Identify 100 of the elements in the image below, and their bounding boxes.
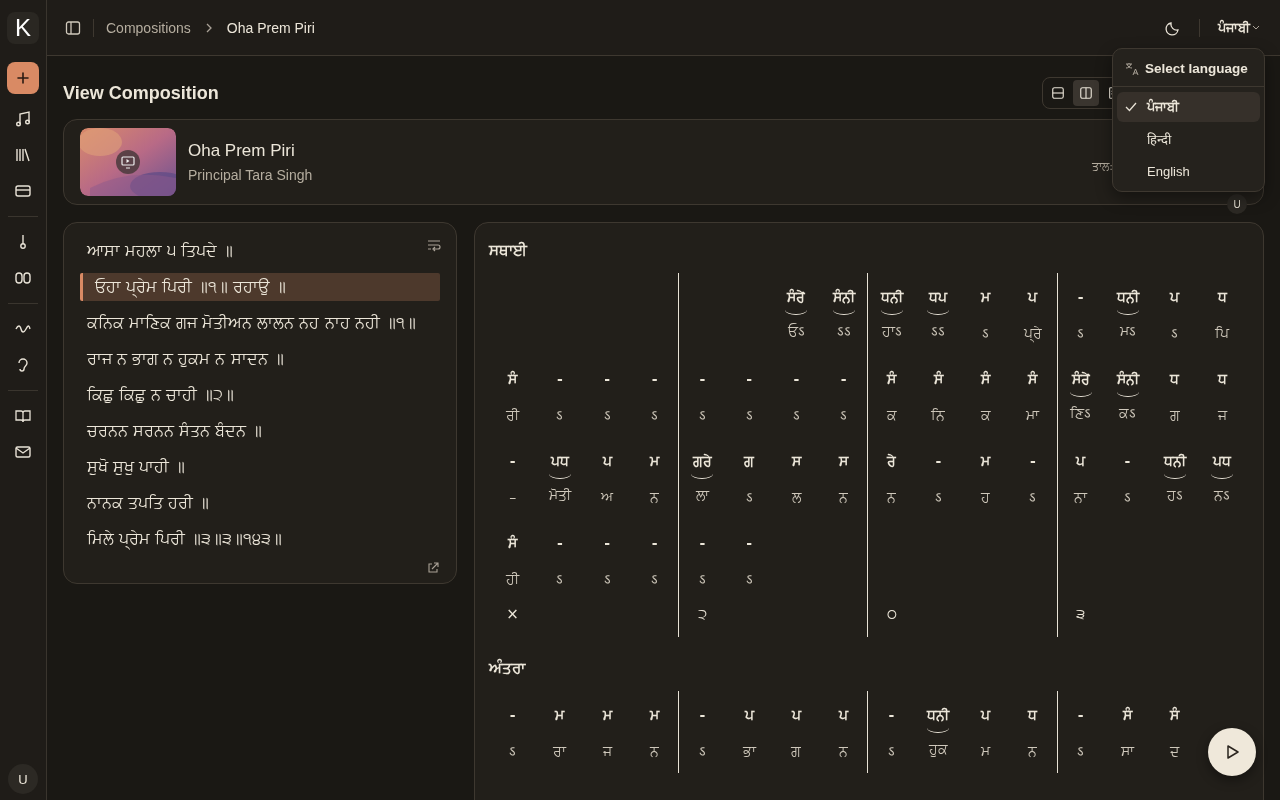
bol-syllable: ऽ xyxy=(651,570,659,589)
bol-syllable: ਨऽ xyxy=(1214,486,1231,505)
check-icon xyxy=(1125,102,1137,112)
swar-note: - xyxy=(557,534,563,553)
swar-note: ਸ xyxy=(791,452,801,471)
user-avatar[interactable]: U xyxy=(8,764,38,794)
bol-syllable: ਸਾ xyxy=(1121,742,1134,761)
sidebar-toggle-icon[interactable] xyxy=(65,19,81,36)
swar-note: ਸੰ xyxy=(981,369,991,389)
bol-syllable: ਕ xyxy=(886,406,897,425)
translate-icon xyxy=(1125,61,1139,76)
swar-note: - xyxy=(651,534,658,553)
swar-note: - xyxy=(793,370,800,389)
taal-mark: × xyxy=(506,605,519,623)
swar-note: - xyxy=(604,534,611,553)
swar-note: ਪ xyxy=(602,452,612,471)
swar-note: ਪ xyxy=(839,706,849,725)
swar-note: ਮ xyxy=(981,452,991,471)
columns-layout-icon xyxy=(1079,85,1093,101)
mail-icon[interactable] xyxy=(14,443,32,461)
composition-artist: Principal Tara Singh xyxy=(188,167,313,183)
lyric-line[interactable]: ਆਸਾ ਮਹਲਾ ੫ ਤਿਪਦੇ ॥ xyxy=(80,237,440,265)
taal-label: ਤਾਲ: xyxy=(1092,159,1113,173)
bol-syllable: ऽ xyxy=(556,406,564,425)
swar-note: - xyxy=(1077,288,1084,307)
bol-syllable: ਜ xyxy=(602,742,612,761)
columns-layout-button[interactable] xyxy=(1073,80,1099,106)
swar-note: ਮ xyxy=(981,288,991,307)
swar-note: ਧ xyxy=(1170,370,1180,389)
lyric-line[interactable]: ਕਨਿਕ ਮਾਣਿਕ ਗਜ ਮੋਤੀਅਨ ਲਾਲਨ ਨਹ ਨਾਹ ਨਹੀ ॥੧॥ xyxy=(80,309,440,337)
bol-syllable: ਮऽ xyxy=(1119,322,1136,341)
swar-note: ਸੰਰੇਂ xyxy=(1069,367,1092,397)
play-icon xyxy=(1224,744,1240,760)
swar-note: - xyxy=(509,452,516,471)
bol-syllable: ਜ xyxy=(1217,406,1227,425)
drum-icon[interactable] xyxy=(14,269,32,287)
swar-note: ਗ xyxy=(744,452,755,471)
swar-note: - xyxy=(840,370,847,389)
swar-note: ਪ xyxy=(791,706,801,725)
swar-note: - xyxy=(935,452,942,471)
swar-note: ਪਧ xyxy=(548,449,571,479)
lyric-line[interactable]: ਰਾਜ ਨ ਭਾਗ ਨ ਹੁਕਮ ਨ ਸਾਦਨ ॥ xyxy=(80,345,440,373)
bol-syllable: ऽ xyxy=(745,406,753,425)
swar-note: ਪ xyxy=(1170,288,1180,307)
bol-syllable: ਨ xyxy=(1028,742,1038,761)
swar-note: ਧ xyxy=(1028,706,1038,725)
swar-note: ਸੰਨੀ xyxy=(832,285,855,315)
text-wrap-icon[interactable] xyxy=(426,239,442,253)
swar-note: - xyxy=(1077,706,1084,725)
music-note-icon[interactable] xyxy=(14,110,32,128)
swar-note: ਮ xyxy=(555,706,565,725)
swar-note: ਸੰ xyxy=(508,369,518,389)
swar-note: ਗਰੇ xyxy=(691,449,714,479)
book-icon[interactable] xyxy=(14,407,32,425)
language-option[interactable]: ਪੰਜਾਬੀ xyxy=(1117,92,1260,122)
language-select[interactable]: ਪੰਜਾਬੀ xyxy=(1214,13,1264,42)
app-logo[interactable]: K xyxy=(7,12,39,44)
bol-syllable: ऽ xyxy=(603,406,611,425)
bol-syllable: ऽ xyxy=(698,406,706,425)
library-icon[interactable] xyxy=(14,146,32,164)
language-option[interactable]: हिन्दी xyxy=(1117,124,1260,154)
taal-mark: ੩ xyxy=(1076,605,1086,623)
swar-note: ਸੰ xyxy=(887,369,896,389)
swar-note: - xyxy=(746,370,753,389)
lyric-line[interactable]: ਨਾਨਕ ਤਪਤਿ ਹਰੀ ॥ xyxy=(80,489,440,517)
bol-syllable: ਕऽ xyxy=(1119,404,1136,423)
language-option[interactable]: English xyxy=(1117,156,1260,186)
add-button[interactable] xyxy=(7,62,39,94)
swar-note: ਧਪ xyxy=(927,285,950,315)
bol-syllable: ऽ xyxy=(1077,742,1085,761)
swar-note: ਸੰ xyxy=(508,533,518,553)
external-link-icon[interactable] xyxy=(427,562,439,574)
card-icon[interactable] xyxy=(14,182,32,200)
swar-note: ਧਨੀ xyxy=(1163,449,1186,479)
bol-syllable: ऽ xyxy=(698,742,706,761)
bol-syllable: ऽऽ xyxy=(931,322,946,341)
swar-note: ਸ xyxy=(839,452,849,471)
bol-syllable: ऽ xyxy=(556,570,564,589)
bol-syllable: ਨ xyxy=(887,488,896,507)
lyric-line[interactable]: ਸੁਖੋ ਸੁਖੁ ਪਾਹੀ ॥ xyxy=(80,453,440,481)
swar-note: - xyxy=(1030,452,1036,471)
bol-syllable: ਨਾ xyxy=(1074,488,1088,507)
moon-icon[interactable] xyxy=(1165,19,1181,36)
lyric-line[interactable]: ਕਿਛੁ ਕਿਛੁ ਨ ਚਾਹੀ ॥੨॥ xyxy=(80,381,440,409)
bol-syllable: ਰਾ xyxy=(553,742,567,761)
bol-syllable: ਓऽ xyxy=(787,322,805,341)
bol-syllable: ऽ xyxy=(840,406,848,425)
bol-syllable: ਪਿ xyxy=(1215,324,1230,343)
swar-note: - xyxy=(1124,452,1131,471)
lyric-line[interactable]: ਮਿਲੇ ਪ੍ਰੇਮ ਪਿਰੀ ॥੩॥੩॥੧੪੩॥ xyxy=(80,525,440,553)
swar-note: ਧਨੀ xyxy=(927,703,950,733)
swar-note: ਪ xyxy=(744,706,754,725)
swar-note: ਸੰ xyxy=(933,369,943,389)
swar-note: - xyxy=(557,370,563,389)
bol-syllable: ऽ xyxy=(982,324,990,343)
bol-syllable: ਨ xyxy=(839,742,849,761)
bol-syllable: ऽ xyxy=(1171,324,1179,343)
taal-mark: ੦ xyxy=(886,605,897,623)
breadcrumb-link[interactable]: Compositions xyxy=(106,19,191,36)
lyric-line[interactable]: ਚਰਨਨ ਸਰਨਨ ਸੰਤਨ ਬੰਦਨ ॥ xyxy=(80,417,440,445)
